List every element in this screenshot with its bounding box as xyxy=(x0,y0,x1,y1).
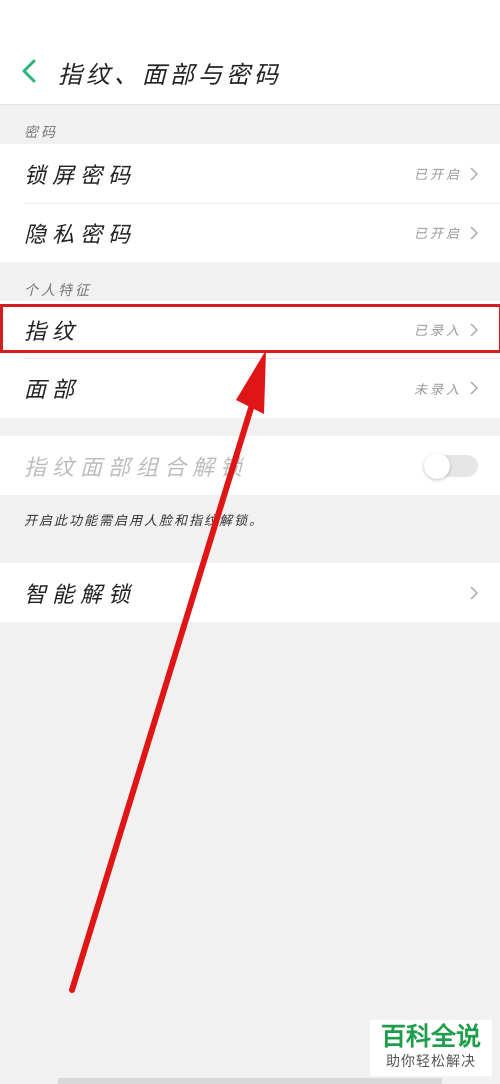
row-status: 已录入 xyxy=(413,324,462,339)
face-row[interactable]: 面部 未录入 xyxy=(0,358,500,418)
chevron-right-icon xyxy=(470,585,478,600)
chevron-right-icon xyxy=(470,381,478,395)
header-bar: 指纹、面部与密码 xyxy=(0,0,500,105)
row-label: 面部 xyxy=(24,378,81,403)
smart-unlock-row[interactable]: 智能解锁 xyxy=(0,563,500,622)
combo-unlock-group: 指纹面部组合解锁 xyxy=(0,436,500,495)
password-group: 锁屏密码 已开启 隐私密码 已开启 xyxy=(0,144,500,262)
row-status: 未录入 xyxy=(413,382,462,398)
smart-unlock-group: 智能解锁 xyxy=(0,563,500,622)
row-label: 锁屏密码 xyxy=(24,163,137,189)
chevron-left-icon xyxy=(22,59,36,83)
row-label: 指纹 xyxy=(24,319,81,345)
combo-unlock-toggle[interactable] xyxy=(424,452,478,479)
chevron-right-icon xyxy=(470,166,478,181)
row-status: 已开启 xyxy=(413,227,462,242)
row-status: 已开启 xyxy=(413,168,462,183)
chevron-right-icon xyxy=(470,225,478,240)
combo-unlock-row: 指纹面部组合解锁 xyxy=(0,436,500,495)
combo-unlock-hint: 开启此功能需启用人脸和指纹解锁。 xyxy=(24,514,265,529)
row-label: 智能解锁 xyxy=(24,582,137,608)
section-label-personal: 个人特征 xyxy=(24,283,92,299)
personal-group: 指纹 已录入 面部 未录入 xyxy=(0,301,500,418)
watermark-subtitle: 助你轻松解决 xyxy=(386,1054,476,1070)
page-title: 指纹、面部与密码 xyxy=(58,61,282,89)
lock-screen-password-row[interactable]: 锁屏密码 已开启 xyxy=(0,144,500,203)
row-label: 指纹面部组合解锁 xyxy=(24,455,249,481)
fingerprint-row[interactable]: 指纹 已录入 xyxy=(0,301,500,358)
section-label-password: 密码 xyxy=(24,125,58,141)
watermark-title: 百科全说 xyxy=(380,1022,481,1051)
watermark-logo: 百科全说 助你轻松解决 xyxy=(370,1020,492,1076)
privacy-password-row[interactable]: 隐私密码 已开启 xyxy=(0,203,500,262)
back-button[interactable] xyxy=(14,56,44,86)
chevron-right-icon xyxy=(470,322,478,337)
bottom-nav-bar xyxy=(58,1078,442,1084)
row-label: 隐私密码 xyxy=(24,222,137,248)
toggle-knob xyxy=(424,452,450,479)
